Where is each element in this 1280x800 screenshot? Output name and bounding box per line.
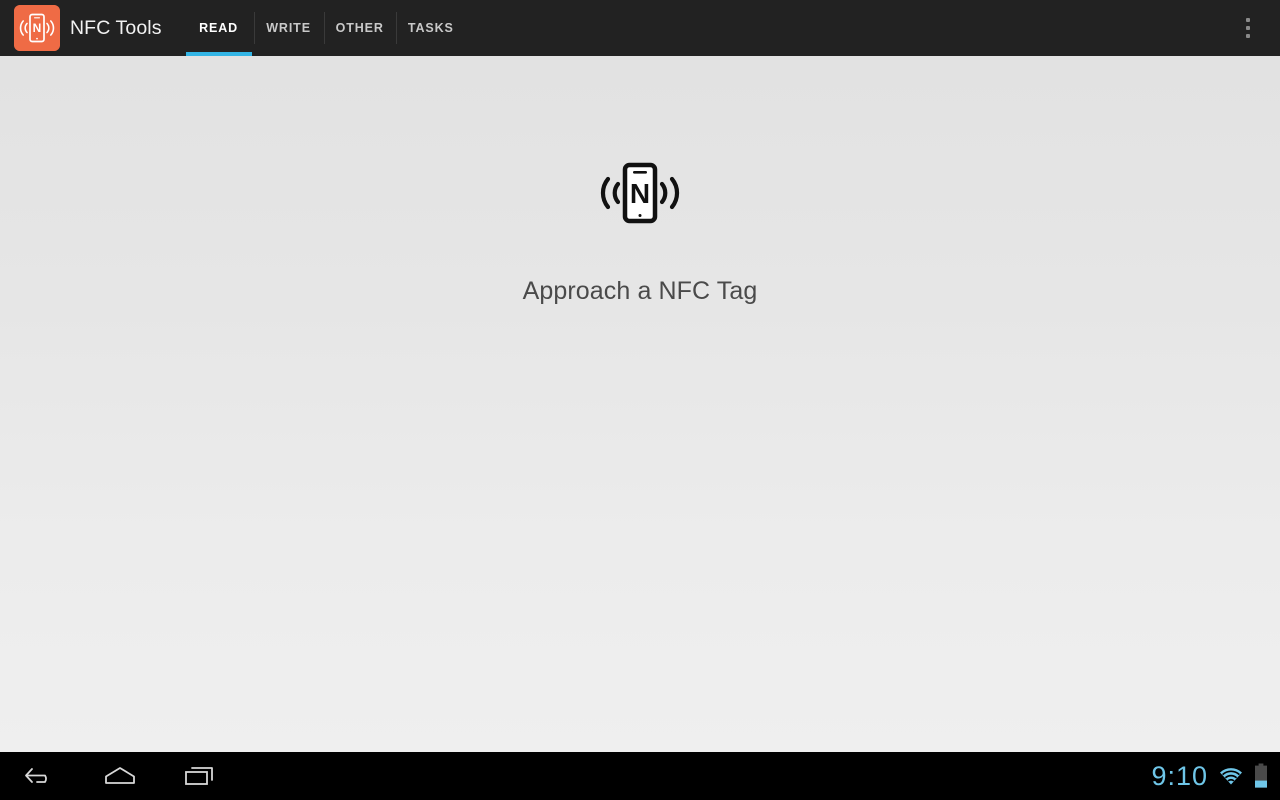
android-tablet-screen: N NFC Tools READ WRITE OTHER TASKS N App… [0,0,1280,800]
svg-text:N: N [33,21,42,35]
overflow-dot-1 [1246,18,1250,22]
nav-home-button[interactable] [80,752,160,800]
tab-read[interactable]: READ [184,0,254,56]
home-icon [105,767,135,784]
tab-read-label: READ [199,21,239,35]
battery-icon[interactable] [1254,763,1268,789]
nav-back-button[interactable] [0,752,80,800]
tab-write-label: WRITE [266,21,311,35]
tab-tasks[interactable]: TASKS [395,0,466,56]
system-navigation-bar: 9:10 [0,752,1280,800]
overflow-dot-3 [1246,34,1250,38]
overflow-dot-2 [1246,26,1250,30]
tab-other-label: OTHER [335,21,384,35]
tab-other[interactable]: OTHER [323,0,396,56]
nfc-tag-illustration: N [600,162,680,224]
app-icon-container[interactable]: N [14,5,60,51]
status-clock: 9:10 [1151,760,1208,791]
recent-apps-icon [185,767,213,785]
read-tab-content: N Approach a NFC Tag [0,56,1280,752]
back-arrow-icon [25,768,47,783]
tab-write[interactable]: WRITE [253,0,324,56]
tab-bar: READ WRITE OTHER TASKS [184,0,466,56]
status-area: 9:10 [1151,752,1268,800]
tab-tasks-label: TASKS [407,21,454,35]
svg-text:N: N [630,178,650,209]
app-title: NFC Tools [70,16,162,39]
approach-tag-prompt: Approach a NFC Tag [522,277,758,305]
action-bar: N NFC Tools READ WRITE OTHER TASKS [0,0,1280,56]
overflow-menu-icon[interactable] [1226,0,1270,56]
nav-recents-button[interactable] [160,752,240,800]
nfc-app-icon: N [14,5,60,51]
wifi-icon[interactable] [1218,765,1244,787]
